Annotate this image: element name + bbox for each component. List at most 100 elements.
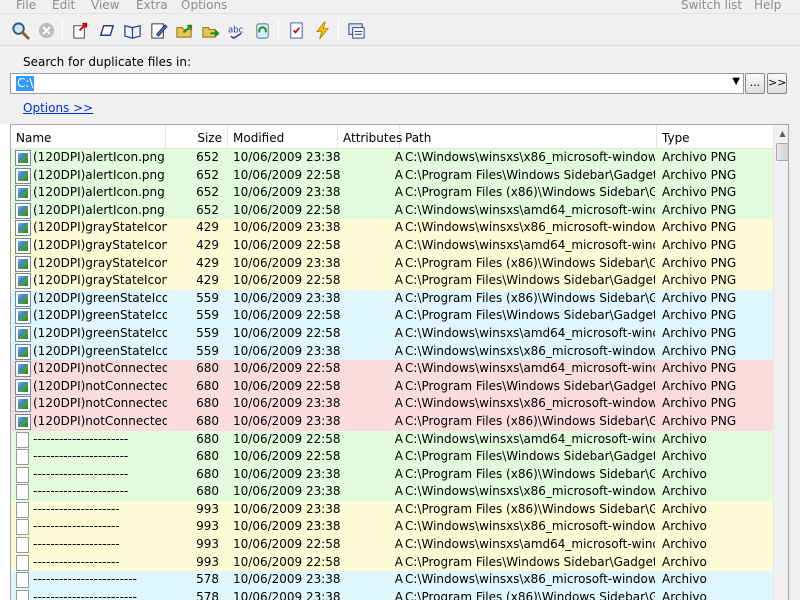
cell-type: Archivo: [662, 554, 707, 569]
move-button[interactable]: [172, 18, 196, 42]
cell-name: (120DPI)alertIcon.png: [33, 185, 165, 200]
menu-bar: File Edit View Extra Options Switch list…: [0, 0, 800, 14]
file-icon: [16, 537, 29, 554]
cell-modified: 10/06/2009 22:58: [233, 554, 341, 569]
stop-button[interactable]: [34, 18, 58, 42]
column-header-modified[interactable]: Modified: [228, 125, 338, 149]
cell-type: Archivo PNG: [662, 308, 737, 323]
cell-type: Archivo PNG: [662, 237, 737, 252]
lightning-icon: [315, 21, 329, 39]
table-row[interactable]: (120DPI)grayStateIcon... 429 10/06/2009 23…: [11, 254, 773, 273]
column-header-name[interactable]: Name: [11, 125, 166, 149]
open-file-button[interactable]: [68, 18, 92, 42]
column-header-path[interactable]: Path: [400, 125, 657, 149]
open-folder-button[interactable]: [120, 18, 144, 42]
column-header-attributes[interactable]: Attributes: [338, 125, 402, 149]
column-header-size[interactable]: Size: [166, 125, 228, 149]
table-row[interactable]: -------------------- 993 10/06/2009 22:58 A…: [11, 536, 773, 554]
cell-path: C:\Windows\winsxs\amd64_microsoft-window…: [405, 325, 655, 340]
menu-edit[interactable]: Edit: [52, 0, 75, 12]
cell-type: Archivo: [662, 572, 707, 587]
cell-path: C:\Program Files\Windows Sidebar\Gadgets…: [405, 273, 655, 288]
image-file-icon: [15, 202, 31, 219]
edit-button[interactable]: [146, 18, 170, 42]
table-row[interactable]: (120DPI)grayStateIcon... 429 10/06/2009 23…: [11, 219, 773, 237]
vertical-scrollbar[interactable]: ▲: [773, 125, 788, 600]
cell-name: --------------------: [33, 501, 120, 516]
export-button[interactable]: [198, 18, 222, 42]
cell-name: (120DPI)alertIcon.png: [33, 202, 165, 217]
start-search-button[interactable]: >>: [767, 73, 787, 94]
table-row[interactable]: (120DPI)grayStateIcon... 429 10/06/2009 22…: [11, 236, 773, 255]
menu-file[interactable]: File: [16, 0, 36, 12]
table-row[interactable]: -------------------- 993 10/06/2009 23:38 A…: [11, 500, 773, 519]
toolbar-separator: [338, 20, 339, 40]
scroll-thumb[interactable]: [776, 143, 788, 161]
table-row[interactable]: (120DPI)greenStateIco... 559 10/06/2009 22…: [11, 324, 773, 343]
browse-button[interactable]: ...: [745, 73, 765, 94]
results-list[interactable]: Name Size Modified Attributes Path Type …: [10, 124, 789, 600]
cell-name: ------------------------: [33, 589, 137, 600]
properties-button[interactable]: [344, 18, 368, 42]
image-file-icon: [15, 273, 31, 290]
cell-name: --------------------: [33, 519, 120, 534]
table-row[interactable]: (120DPI)alertIcon.png 652 10/06/2009 22:58…: [11, 201, 773, 220]
cell-name: ----------------------: [33, 484, 129, 499]
table-row[interactable]: ------------------------ 578 10/06/2009 23…: [11, 588, 773, 600]
table-row[interactable]: (120DPI)notConnected... 680 10/06/2009 22:…: [11, 360, 773, 378]
image-file-icon: [15, 237, 31, 254]
table-row[interactable]: (120DPI)alertIcon.png 652 10/06/2009 22:58…: [11, 166, 773, 185]
table-row[interactable]: (120DPI)notConnected... 680 10/06/2009 23:…: [11, 395, 773, 413]
cell-name: (120DPI)notConnected...: [33, 361, 167, 376]
table-row[interactable]: ---------------------- 680 10/06/2009 23:3…: [11, 483, 773, 501]
cell-size: 680: [196, 396, 219, 411]
cell-attributes: A: [394, 554, 403, 569]
rename-button[interactable]: [94, 18, 118, 42]
table-row[interactable]: (120DPI)greenStateIco... 559 10/06/2009 23…: [11, 289, 773, 308]
lightning-button[interactable]: [310, 18, 334, 42]
cell-type: Archivo: [662, 466, 707, 481]
cell-name: (120DPI)greenStateIco...: [33, 343, 167, 358]
search-button[interactable]: [8, 18, 32, 42]
table-row[interactable]: (120DPI)notConnected... 680 10/06/2009 22:…: [11, 377, 773, 396]
scroll-up-icon[interactable]: ▲: [774, 125, 788, 142]
menu-extra[interactable]: Extra: [136, 0, 168, 12]
table-row[interactable]: ---------------------- 680 10/06/2009 23:3…: [11, 465, 773, 484]
search-icon: [11, 21, 30, 40]
cell-modified: 10/06/2009 22:58: [233, 431, 341, 446]
cell-size: 993: [196, 519, 219, 534]
table-row[interactable]: ---------------------- 680 10/06/2009 22:5…: [11, 430, 773, 449]
search-path-combobox[interactable]: C:\ ▼: [10, 73, 744, 94]
table-row[interactable]: ------------------------ 578 10/06/2009 23…: [11, 571, 773, 589]
table-row[interactable]: ---------------------- 680 10/06/2009 22:5…: [11, 448, 773, 466]
spelling-button[interactable]: abc: [224, 18, 248, 42]
menu-switch-list[interactable]: Switch list: [681, 0, 742, 12]
options-link[interactable]: Options >>: [23, 101, 93, 115]
cell-attributes: A: [394, 589, 403, 600]
menu-options[interactable]: Options: [181, 0, 227, 12]
table-row[interactable]: (120DPI)alertIcon.png 652 10/06/2009 23:38…: [11, 149, 773, 167]
menu-view[interactable]: View: [91, 0, 119, 12]
image-file-icon: [15, 396, 31, 413]
column-header-type[interactable]: Type: [657, 125, 761, 149]
image-file-icon: [15, 220, 31, 237]
cell-name: (120DPI)grayStateIcon...: [33, 273, 167, 288]
recycle-button[interactable]: [250, 18, 274, 42]
menu-help[interactable]: Help: [754, 0, 781, 12]
image-file-icon: [15, 150, 31, 166]
image-file-icon: [15, 343, 31, 360]
cell-type: Archivo: [662, 519, 707, 534]
table-row[interactable]: (120DPI)grayStateIcon... 429 10/06/2009 22…: [11, 272, 773, 290]
table-row[interactable]: (120DPI)greenStateIco... 559 10/06/2009 23…: [11, 342, 773, 361]
cell-size: 559: [196, 325, 219, 340]
cell-size: 993: [196, 537, 219, 552]
table-row[interactable]: (120DPI)alertIcon.png 652 10/06/2009 23:38…: [11, 184, 773, 202]
table-row[interactable]: -------------------- 993 10/06/2009 22:58 A…: [11, 553, 773, 572]
table-row[interactable]: -------------------- 993 10/06/2009 23:38 A…: [11, 518, 773, 537]
file-icon: [16, 466, 29, 483]
table-row[interactable]: (120DPI)greenStateIco... 559 10/06/2009 22…: [11, 307, 773, 325]
cell-attributes: A: [394, 150, 403, 164]
chevron-down-icon[interactable]: ▼: [732, 76, 740, 87]
checklist-button[interactable]: [284, 18, 308, 42]
table-row[interactable]: (120DPI)notConnected... 680 10/06/2009 23:…: [11, 412, 773, 431]
